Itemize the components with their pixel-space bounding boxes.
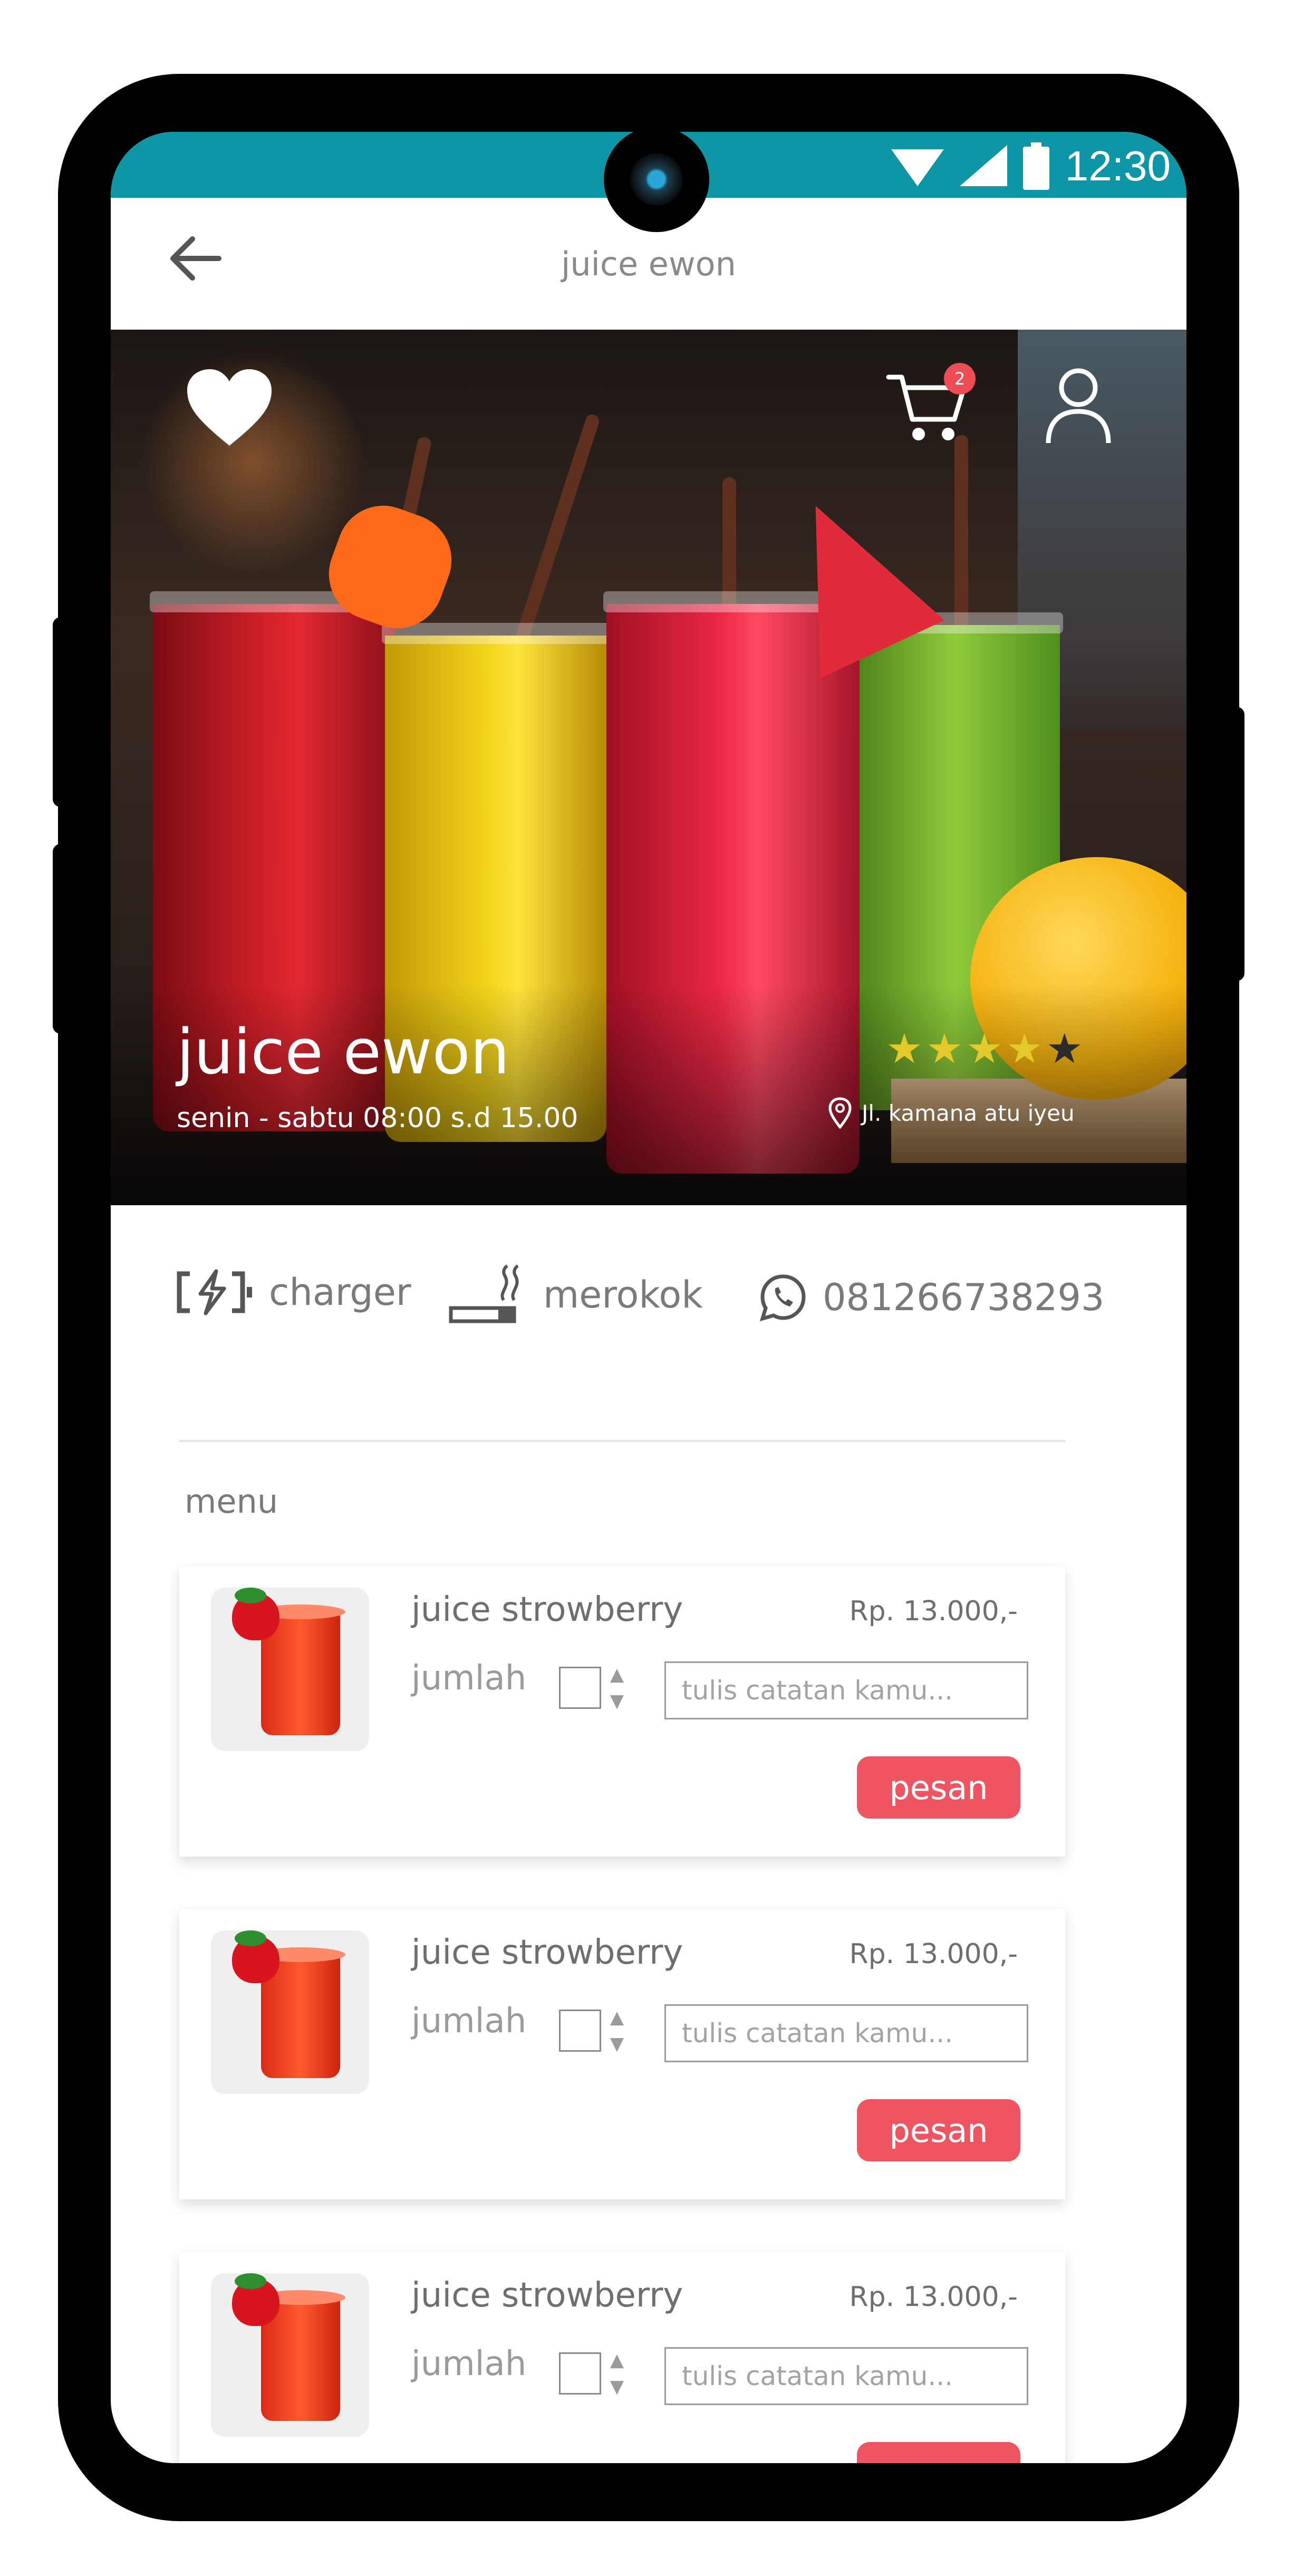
side-button-right (1229, 707, 1244, 981)
note-input[interactable] (664, 2004, 1028, 2062)
phone-frame: 12:30 juice ewon 2 juice ewon senin - sa… (53, 74, 1244, 2521)
front-camera (604, 127, 709, 232)
order-button[interactable]: pesan (857, 2442, 1020, 2463)
status-icons: 12:30 (891, 137, 1171, 195)
item-price: Rp. 13.000,- (849, 2281, 1018, 2313)
shop-name: juice ewon (177, 1015, 510, 1088)
note-input[interactable] (664, 1661, 1028, 1719)
amenity-charger-label: charger (269, 1271, 411, 1314)
arrow-left-icon (170, 236, 221, 281)
item-name: juice strowberry (411, 1933, 683, 1972)
order-button[interactable]: pesan (857, 2099, 1020, 2161)
menu-heading: menu (185, 1482, 278, 1521)
quantity-label: jumlah (411, 1659, 527, 1698)
shop-address: Jl. kamana atu iyeu (828, 1097, 1075, 1129)
status-time: 12:30 (1065, 142, 1171, 189)
divider (179, 1440, 1065, 1442)
wifi-icon (891, 149, 944, 186)
amenity-smoking: merokok (448, 1263, 703, 1327)
rating-stars: ★ ★ ★ ★ ★ (886, 1029, 1083, 1070)
item-name: juice strowberry (411, 1590, 683, 1629)
signal-icon (959, 145, 1007, 186)
straw (509, 412, 601, 658)
amenity-smoking-label: merokok (543, 1273, 703, 1316)
opening-hours: senin - sabtu 08:00 s.d 15.00 (177, 1102, 578, 1134)
quantity-input[interactable] (559, 2352, 601, 2395)
cart-count-badge: 2 (944, 363, 976, 395)
item-price: Rp. 13.000,- (849, 1938, 1018, 1970)
cigarette-icon (449, 1264, 519, 1323)
quantity-stepper[interactable]: ▲ ▼ (606, 2347, 628, 2400)
quantity-label: jumlah (411, 2002, 527, 2041)
quantity-stepper[interactable]: ▲ ▼ (606, 1661, 628, 1714)
favorite-button[interactable] (185, 367, 274, 451)
hero-banner: 2 juice ewon senin - sabtu 08:00 s.d 15.… (111, 330, 1186, 1205)
map-pin-icon (828, 1097, 852, 1129)
address-text: Jl. kamana atu iyeu (862, 1100, 1075, 1126)
star-icon: ★ (966, 1025, 1003, 1073)
back-button[interactable] (166, 229, 224, 287)
amenity-charger: charger (174, 1268, 411, 1316)
phone-number: 081266738293 (823, 1276, 1105, 1319)
quantity-input[interactable] (559, 1667, 601, 1709)
battery-icon (1022, 142, 1049, 190)
item-image (211, 1930, 369, 2094)
quantity-stepper[interactable]: ▲ ▼ (606, 2004, 628, 2057)
amenity-phone[interactable]: 081266738293 (759, 1274, 1104, 1321)
quantity-input[interactable] (559, 2010, 601, 2052)
profile-button[interactable] (1044, 367, 1113, 446)
user-icon (1046, 368, 1111, 444)
menu-item-card: juice strowberry Rp. 13.000,- jumlah ▲ ▼ … (179, 1566, 1065, 1857)
whatsapp-icon (759, 1274, 806, 1321)
volume-button (53, 617, 69, 807)
item-price: Rp. 13.000,- (849, 1595, 1018, 1627)
note-input[interactable] (664, 2347, 1028, 2405)
star-icon: ★ (1006, 1025, 1043, 1073)
item-name: juice strowberry (411, 2276, 683, 2315)
order-button[interactable]: pesan (857, 1756, 1020, 1819)
quantity-label: jumlah (411, 2344, 527, 2383)
star-icon: ★ (886, 1025, 923, 1073)
charger-icon (177, 1269, 252, 1315)
amenities-row: charger merokok 081266738293 (111, 1205, 1186, 1379)
menu-item-card: juice strowberry Rp. 13.000,- jumlah ▲ ▼ … (179, 1909, 1065, 2199)
item-image (211, 1588, 369, 1751)
screen: 12:30 juice ewon 2 juice ewon senin - sa… (111, 132, 1186, 2463)
star-icon: ★ (1046, 1025, 1083, 1073)
menu-item-card: juice strowberry Rp. 13.000,- jumlah ▲ ▼ … (179, 2252, 1065, 2463)
heart-icon (187, 369, 272, 446)
item-image (211, 2273, 369, 2437)
power-button (53, 844, 69, 1034)
star-icon: ★ (925, 1025, 963, 1073)
